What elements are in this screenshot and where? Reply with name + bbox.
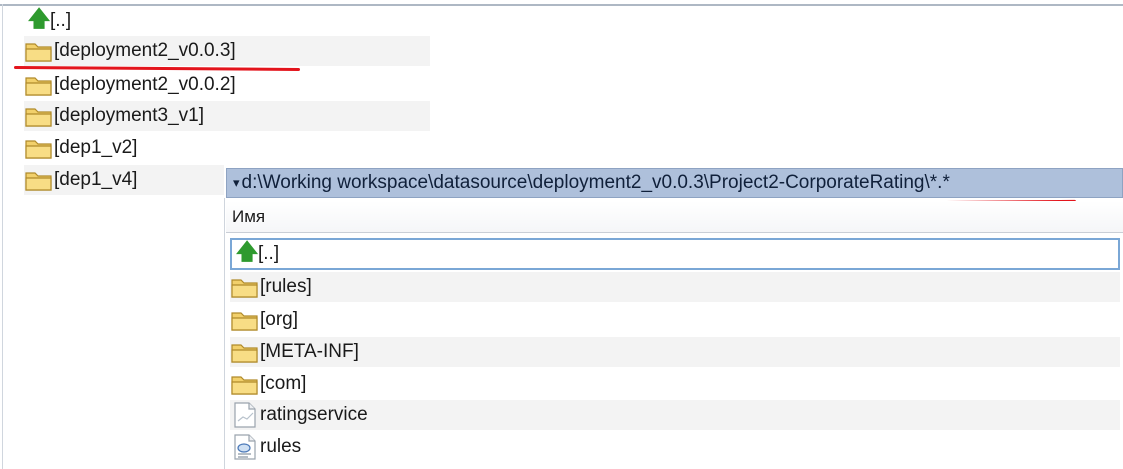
list-item-dep1-v4[interactable]: [dep1_v4] bbox=[24, 165, 224, 195]
folder-icon bbox=[230, 371, 260, 397]
folder-icon bbox=[230, 339, 260, 365]
list-item-rules-folder[interactable]: [rules] bbox=[230, 272, 1120, 302]
path-bar[interactable]: ▾ d:\Working workspace\datasource\deploy… bbox=[226, 168, 1123, 198]
folder-icon bbox=[24, 135, 54, 161]
list-item-label: [META-INF] bbox=[260, 341, 359, 362]
list-item-parent[interactable]: 🡅 [..] bbox=[236, 239, 1116, 269]
panel-divider bbox=[224, 198, 225, 469]
list-item-label: [deployment2_v0.0.2] bbox=[54, 74, 236, 95]
list-item-label: [deployment3_v1] bbox=[54, 105, 204, 126]
window-left-border bbox=[2, 4, 3, 469]
list-item-rules-file[interactable]: rules bbox=[230, 432, 1120, 462]
list-item-ratingservice-file[interactable]: ratingservice bbox=[230, 400, 1120, 430]
current-path: d:\Working workspace\datasource\deployme… bbox=[241, 172, 950, 193]
list-item-meta-inf-folder[interactable]: [META-INF] bbox=[230, 337, 1120, 367]
list-item-deployment3-v1[interactable]: [deployment3_v1] bbox=[24, 101, 430, 131]
list-item-label: [com] bbox=[260, 373, 307, 394]
list-item-label: [rules] bbox=[260, 276, 312, 297]
folder-icon bbox=[230, 274, 260, 300]
file-icon bbox=[230, 400, 260, 430]
list-item-deployment2-v0.0.3[interactable]: [deployment2_v0.0.3] bbox=[24, 36, 430, 66]
list-item-label: [dep1_v4] bbox=[54, 169, 138, 190]
list-item-label: [..] bbox=[258, 243, 280, 264]
folder-icon bbox=[24, 103, 54, 129]
folder-icon bbox=[24, 38, 54, 64]
list-item-parent[interactable]: 🡅 [..] bbox=[28, 6, 428, 36]
folder-icon bbox=[24, 167, 54, 193]
list-item-label: [dep1_v2] bbox=[54, 137, 138, 158]
column-header-label: Имя bbox=[232, 206, 266, 226]
list-item-org-folder[interactable]: [org] bbox=[230, 305, 1120, 335]
list-item-label: [org] bbox=[260, 309, 299, 330]
list-item-label: rules bbox=[260, 436, 302, 457]
column-header-name[interactable]: Имя bbox=[226, 201, 1123, 233]
folder-icon bbox=[24, 72, 54, 98]
folder-icon bbox=[230, 307, 260, 333]
up-arrow-icon: 🡅 bbox=[27, 6, 51, 31]
list-item-deployment2-v0.0.2[interactable]: [deployment2_v0.0.2] bbox=[24, 70, 430, 100]
up-arrow-icon: 🡅 bbox=[235, 239, 259, 264]
list-item-label: [..] bbox=[50, 10, 72, 31]
list-item-com-folder[interactable]: [com] bbox=[230, 369, 1120, 399]
list-item-dep1-v2[interactable]: [dep1_v2] bbox=[24, 133, 430, 163]
list-item-label: ratingservice bbox=[260, 404, 368, 425]
list-item-label: [deployment2_v0.0.3] bbox=[54, 40, 236, 61]
xml-file-icon bbox=[230, 432, 260, 462]
chevron-down-icon[interactable]: ▾ bbox=[233, 175, 240, 191]
